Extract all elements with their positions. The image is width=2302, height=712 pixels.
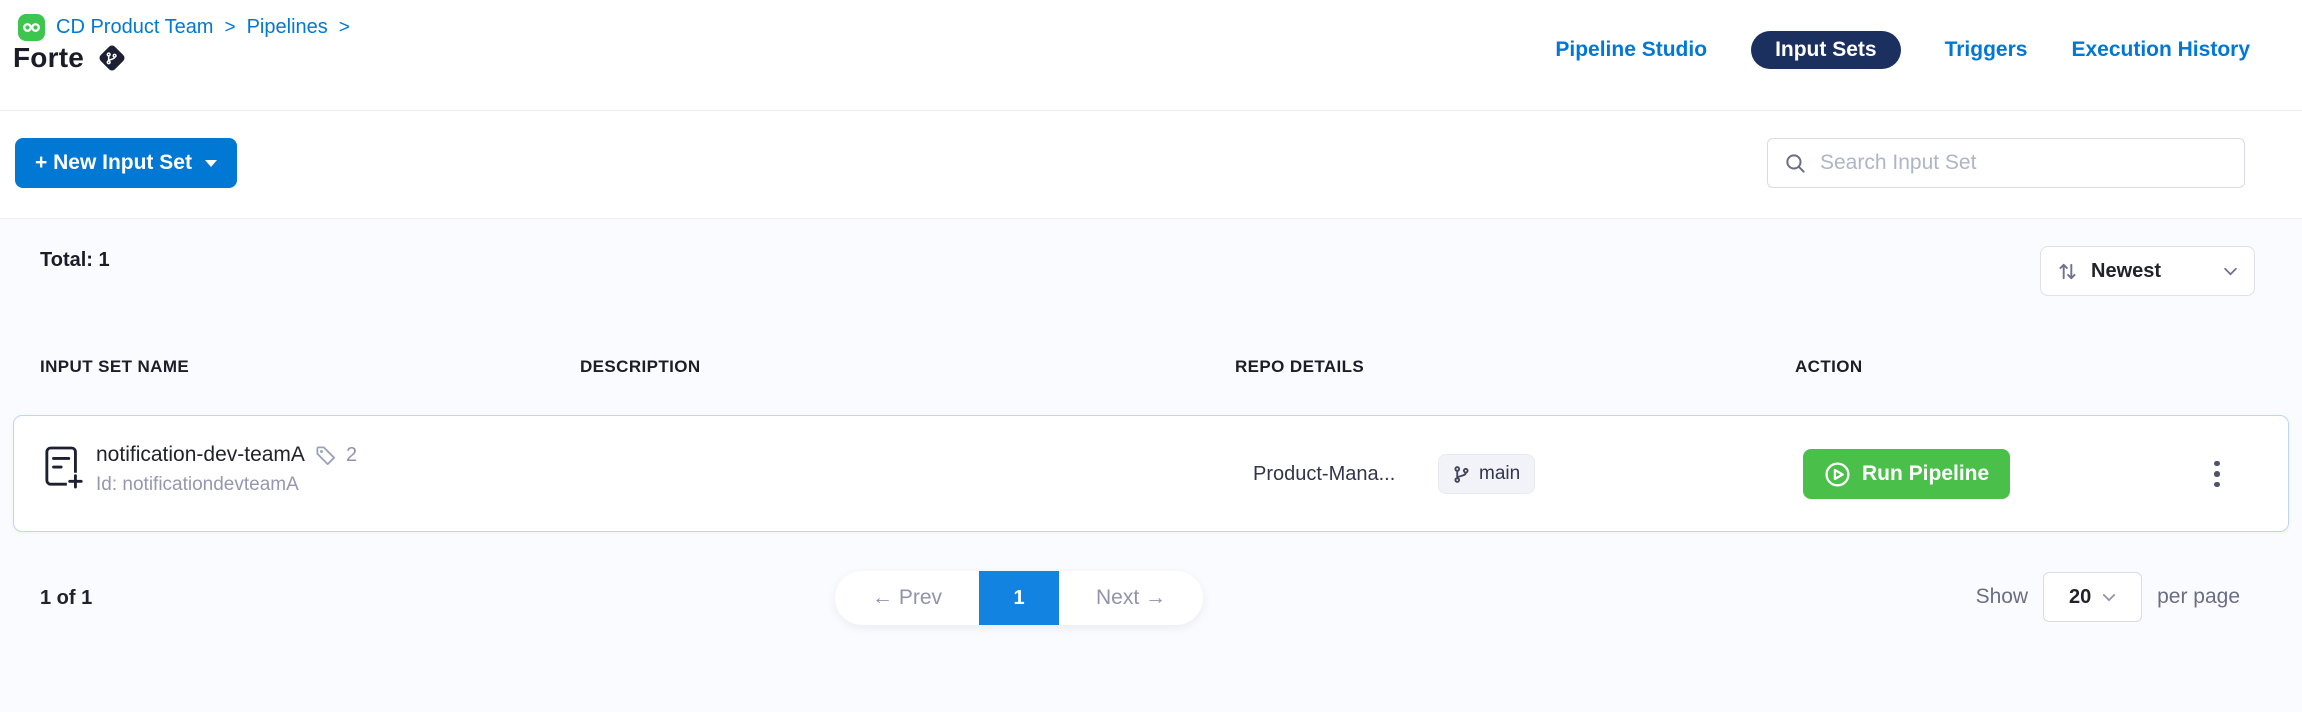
branch-name: main <box>1479 463 1520 485</box>
column-header-action: ACTION <box>1795 357 1863 377</box>
tag-icon <box>315 445 336 466</box>
sort-dropdown[interactable]: Newest <box>2040 246 2255 296</box>
search-icon <box>1784 152 1807 175</box>
kebab-dot <box>2214 461 2220 467</box>
run-pipeline-button[interactable]: Run Pipeline <box>1803 449 2010 499</box>
tab-triggers[interactable]: Triggers <box>1945 38 2028 62</box>
column-header-input-set-name: INPUT SET NAME <box>40 357 189 377</box>
title-row: Forte <box>13 42 122 74</box>
column-header-description: DESCRIPTION <box>580 357 701 377</box>
input-set-name: notification-dev-teamA <box>96 443 305 467</box>
input-sets-list: Total: 1 Newest INPUT SET NAME DESCRIPTI… <box>0 219 2302 712</box>
search-box <box>1767 138 2245 188</box>
page-title: Forte <box>13 42 84 74</box>
pipeline-tabs: Pipeline Studio Input Sets Triggers Exec… <box>1555 30 2250 70</box>
branch-badge: main <box>1438 454 1535 494</box>
chevron-down-icon <box>2102 593 2116 602</box>
tab-execution-history[interactable]: Execution History <box>2071 38 2250 62</box>
input-sets-page: CD Product Team > Pipelines > Forte Pipe… <box>0 0 2302 712</box>
column-header-repo-details: REPO DETAILS <box>1235 357 1364 377</box>
caret-down-icon <box>205 160 217 167</box>
current-page-button[interactable]: 1 <box>979 571 1059 625</box>
breadcrumb: CD Product Team > Pipelines > <box>18 14 350 41</box>
breadcrumb-separator: > <box>224 17 235 39</box>
kebab-dot <box>2214 482 2220 488</box>
breadcrumb-link-project[interactable]: CD Product Team <box>56 16 213 39</box>
pager: ← Prev 1 Next → <box>835 571 1203 625</box>
page-size-group: Show 20 per page <box>1976 572 2240 622</box>
page-size-select[interactable]: 20 <box>2043 572 2142 622</box>
run-pipeline-label: Run Pipeline <box>1862 462 1989 486</box>
toolbar: + New Input Set <box>0 111 2302 219</box>
new-input-set-label: + New Input Set <box>35 151 192 175</box>
cd-module-icon <box>18 14 45 41</box>
play-circle-icon <box>1824 461 1851 488</box>
input-set-id: Id: notificationdevteamA <box>96 474 357 496</box>
sort-order-icon <box>2057 261 2078 282</box>
sort-selected-label: Newest <box>2091 260 2210 283</box>
tag-count: 2 <box>346 444 357 467</box>
kebab-dot <box>2214 471 2220 477</box>
page-size-value: 20 <box>2069 586 2091 609</box>
input-set-name-block: notification-dev-teamA 2 Id: notificatio… <box>96 443 357 496</box>
git-remote-pipeline-icon <box>98 44 126 72</box>
chevron-down-icon <box>2223 267 2238 276</box>
page-range-label: 1 of 1 <box>40 587 92 610</box>
prev-page-button[interactable]: ← Prev <box>835 571 979 625</box>
row-menu-button[interactable] <box>2194 451 2240 497</box>
total-count: Total: 1 <box>40 249 110 272</box>
per-page-label: per page <box>2157 585 2240 609</box>
breadcrumb-link-pipelines[interactable]: Pipelines <box>247 16 328 39</box>
input-set-icon <box>44 445 84 496</box>
search-input[interactable] <box>1820 151 2228 175</box>
tab-pipeline-studio[interactable]: Pipeline Studio <box>1555 38 1707 62</box>
table-row[interactable]: notification-dev-teamA 2 Id: notificatio… <box>13 415 2289 532</box>
git-branch-icon <box>1453 465 1470 484</box>
next-page-button[interactable]: Next → <box>1059 571 1203 625</box>
repo-name: Product-Mana... <box>1253 463 1395 486</box>
show-label: Show <box>1976 585 2029 609</box>
breadcrumb-separator: > <box>339 17 350 39</box>
tab-input-sets[interactable]: Input Sets <box>1751 31 1901 69</box>
page-header: CD Product Team > Pipelines > Forte Pipe… <box>0 0 2302 111</box>
new-input-set-button[interactable]: + New Input Set <box>15 138 237 188</box>
